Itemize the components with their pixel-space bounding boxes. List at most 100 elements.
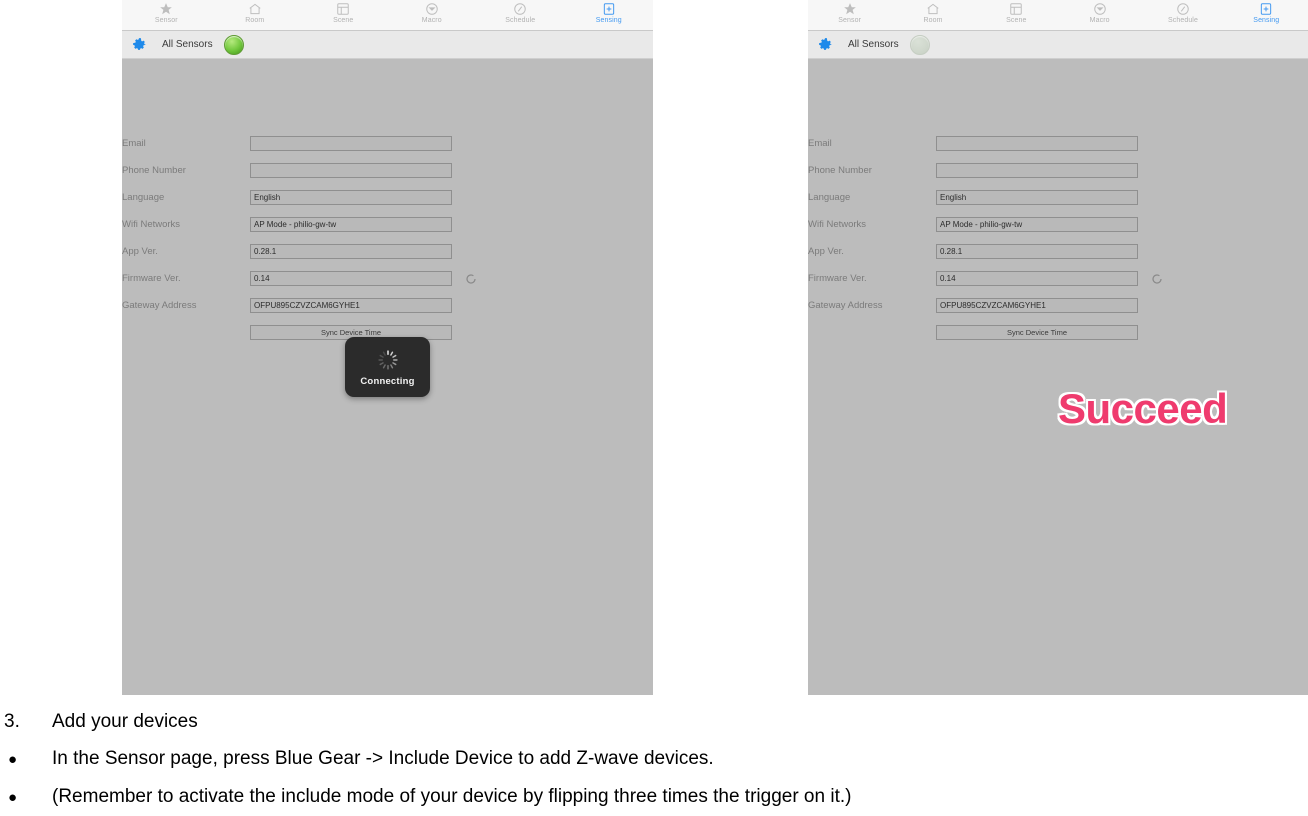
form-row-wifi-networks-right: Wifi Networks AP Mode - philio-gw-tw bbox=[808, 211, 1308, 238]
caption-text-2: In the Sensor page, press Blue Gear -> I… bbox=[52, 748, 714, 769]
tab-schedule-label-right: Schedule bbox=[1167, 17, 1198, 24]
label-gateway-address: Gateway Address bbox=[122, 300, 197, 311]
home-icon bbox=[925, 1, 940, 16]
connecting-toast-label: Connecting bbox=[360, 375, 415, 387]
tab-macro[interactable]: Macro bbox=[388, 0, 477, 24]
caption-block: 3. Add your devices ● In the Sensor page… bbox=[0, 703, 1308, 816]
screenshot-panel-right: Sensor Room Scene Macro Schedule Sensing… bbox=[808, 0, 1308, 695]
label-email-right: Email bbox=[808, 138, 832, 149]
form-row-firmware-version-right: Firmware Ver. 0.14 bbox=[808, 265, 1308, 292]
form-row-firmware-version: Firmware Ver. 0.14 bbox=[122, 265, 653, 292]
connecting-toast: Connecting bbox=[345, 337, 430, 397]
refresh-icon[interactable] bbox=[1150, 272, 1163, 285]
tab-room[interactable]: Room bbox=[211, 0, 300, 24]
label-phone-number-right: Phone Number bbox=[808, 165, 872, 176]
scene-icon bbox=[1009, 1, 1024, 16]
gear-icon[interactable] bbox=[816, 36, 834, 54]
caption-marker-1: 3. bbox=[4, 711, 20, 732]
caption-text-1: Add your devices bbox=[52, 711, 198, 732]
tab-schedule[interactable]: Schedule bbox=[476, 0, 565, 24]
form-row-sync-right: Sync Device Time bbox=[808, 319, 1308, 346]
field-email-right[interactable] bbox=[936, 136, 1138, 151]
tab-scene[interactable]: Scene bbox=[299, 0, 388, 24]
sub-toolbar-left: All Sensors bbox=[122, 31, 653, 59]
device-settings-form-left: Email Phone Number Language English Wifi… bbox=[122, 130, 653, 346]
caption-line-1: 3. Add your devices bbox=[0, 703, 1308, 740]
form-row-app-version-right: App Ver. 0.28.1 bbox=[808, 238, 1308, 265]
tab-sensor-label: Sensor bbox=[154, 17, 178, 24]
green-status-button-right[interactable] bbox=[909, 34, 930, 55]
caption-marker-2: ● bbox=[8, 751, 18, 768]
tab-sensor-label-right: Sensor bbox=[838, 17, 862, 24]
tab-scene-label-right: Scene bbox=[1006, 17, 1027, 24]
tab-bar-right: Sensor Room Scene Macro Schedule Sensing bbox=[808, 0, 1308, 31]
tab-macro-label: Macro bbox=[421, 17, 442, 24]
tab-schedule-right[interactable]: Schedule bbox=[1141, 0, 1224, 24]
field-phone-number-right[interactable] bbox=[936, 163, 1138, 178]
tab-sensor-right[interactable]: Sensor bbox=[808, 0, 891, 24]
label-language-right: Language bbox=[808, 192, 851, 203]
form-row-phone-right: Phone Number bbox=[808, 157, 1308, 184]
form-row-gateway-address-right: Gateway Address OFPU895CZVZCAM6GYHE1 bbox=[808, 292, 1308, 319]
tab-bar-left: Sensor Room Scene Macro Schedule Sensing bbox=[122, 0, 653, 31]
macro-icon bbox=[424, 1, 439, 16]
sensing-icon bbox=[1259, 1, 1274, 16]
form-row-gateway-address: Gateway Address OFPU895CZVZCAM6GYHE1 bbox=[122, 292, 653, 319]
sub-toolbar-title-right: All Sensors bbox=[848, 39, 899, 50]
form-row-app-version: App Ver. 0.28.1 bbox=[122, 238, 653, 265]
label-language: Language bbox=[122, 192, 165, 203]
succeed-banner: Succeed bbox=[1057, 384, 1229, 433]
field-wifi-networks-right[interactable]: AP Mode - philio-gw-tw bbox=[936, 217, 1138, 232]
label-app-version-right: App Ver. bbox=[808, 246, 844, 257]
label-firmware-version: Firmware Ver. bbox=[122, 273, 181, 284]
field-language[interactable]: English bbox=[250, 190, 452, 205]
tab-sensor[interactable]: Sensor bbox=[122, 0, 211, 24]
field-email[interactable] bbox=[250, 136, 452, 151]
tab-sensing-label-right: Sensing bbox=[1253, 17, 1280, 24]
macro-icon bbox=[1092, 1, 1107, 16]
field-app-version-right: 0.28.1 bbox=[936, 244, 1138, 259]
tab-sensing-label: Sensing bbox=[595, 17, 622, 24]
tab-room-label-right: Room bbox=[923, 17, 943, 24]
star-icon bbox=[842, 1, 857, 16]
field-language-right[interactable]: English bbox=[936, 190, 1138, 205]
tab-sensing[interactable]: Sensing bbox=[565, 0, 654, 24]
form-row-phone: Phone Number bbox=[122, 157, 653, 184]
field-firmware-version: 0.14 bbox=[250, 271, 452, 286]
form-row-email-right: Email bbox=[808, 130, 1308, 157]
caption-line-3: ● (Remember to activate the include mode… bbox=[0, 778, 1308, 816]
caption-marker-3: ● bbox=[8, 789, 18, 806]
screenshot-panel-left: Sensor Room Scene Macro Schedule Sensing… bbox=[122, 0, 653, 695]
label-gateway-address-right: Gateway Address bbox=[808, 300, 883, 311]
label-phone-number: Phone Number bbox=[122, 165, 186, 176]
field-wifi-networks[interactable]: AP Mode - philio-gw-tw bbox=[250, 217, 452, 232]
label-app-version: App Ver. bbox=[122, 246, 158, 257]
device-settings-form-right: Email Phone Number Language English Wifi… bbox=[808, 130, 1308, 346]
field-phone-number[interactable] bbox=[250, 163, 452, 178]
caption-text-3: (Remember to activate the include mode o… bbox=[52, 786, 852, 807]
label-email: Email bbox=[122, 138, 146, 149]
tab-room-right[interactable]: Room bbox=[891, 0, 974, 24]
field-firmware-version-right: 0.14 bbox=[936, 271, 1138, 286]
green-status-button[interactable] bbox=[223, 34, 244, 55]
field-app-version: 0.28.1 bbox=[250, 244, 452, 259]
sensing-icon bbox=[601, 1, 616, 16]
tab-macro-label-right: Macro bbox=[1089, 17, 1110, 24]
caption-line-2: ● In the Sensor page, press Blue Gear ->… bbox=[0, 740, 1308, 778]
gear-icon[interactable] bbox=[130, 36, 148, 54]
scene-icon bbox=[336, 1, 351, 16]
refresh-icon[interactable] bbox=[464, 272, 477, 285]
form-row-language: Language English bbox=[122, 184, 653, 211]
sync-device-time-button-right[interactable]: Sync Device Time bbox=[936, 325, 1138, 340]
label-wifi-networks-right: Wifi Networks bbox=[808, 219, 867, 230]
tab-schedule-label: Schedule bbox=[505, 17, 536, 24]
spinner-icon bbox=[376, 348, 400, 372]
tab-sensing-right[interactable]: Sensing bbox=[1225, 0, 1308, 24]
tab-scene-right[interactable]: Scene bbox=[975, 0, 1058, 24]
form-row-email: Email bbox=[122, 130, 653, 157]
form-row-wifi-networks: Wifi Networks AP Mode - philio-gw-tw bbox=[122, 211, 653, 238]
schedule-icon bbox=[513, 1, 528, 16]
star-icon bbox=[159, 1, 174, 16]
tab-macro-right[interactable]: Macro bbox=[1058, 0, 1141, 24]
tab-room-label: Room bbox=[245, 17, 265, 24]
